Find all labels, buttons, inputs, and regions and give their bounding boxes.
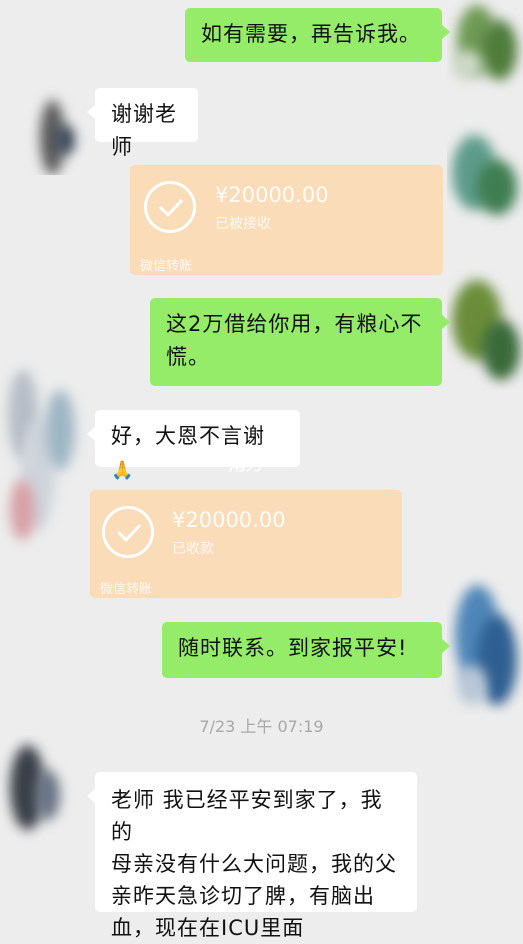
avatar-student[interactable] (0, 85, 90, 175)
avatar-teacher[interactable] (447, 575, 523, 715)
message-text: 如有需要，再告诉我。 (201, 22, 421, 46)
message-text: 血，现在在ICU里面 (111, 916, 305, 940)
transfer-amount: ¥20000.00 (172, 508, 286, 532)
avatar-teacher[interactable] (447, 270, 523, 390)
watermark: 南方 (228, 454, 264, 475)
message-text: 随时联系。到家报平安! (178, 636, 408, 660)
avatar-teacher[interactable] (447, 120, 523, 230)
message-bubble-incoming[interactable]: 老师 我已经平安到家了，我的 母亲没有什么大问题，我的父 亲昨天急诊切了脾，有脑… (87, 772, 417, 940)
message-text: 谢谢老师 (111, 102, 177, 159)
pray-emoji-icon: 🙏 (111, 460, 135, 481)
message-text: 好，大恩不言谢 (111, 424, 265, 448)
message-text: 这2万借给你用，有粮心不 (166, 312, 423, 336)
transfer-status: 已收款 (172, 541, 214, 557)
message-text: 母亲没有什么大问题，我的父 (111, 852, 397, 876)
message-bubble-outgoing[interactable]: 这2万借给你用，有粮心不 慌。 (150, 298, 450, 386)
avatar-teacher[interactable] (447, 0, 523, 95)
message-bubble-incoming[interactable]: 谢谢老师 (87, 88, 198, 159)
transfer-footer: 微信转账 (140, 259, 193, 274)
transfer-amount: ¥20000.00 (215, 183, 329, 207)
transfer-card[interactable]: ¥20000.00 已被接收 微信转账 (130, 165, 443, 275)
transfer-status: 已被接收 (215, 216, 271, 232)
check-circle-icon (144, 181, 196, 233)
message-text: 老师 我已经平安到家了，我的 (111, 788, 383, 844)
message-bubble-incoming[interactable]: 好，大恩不言谢 🙏 (87, 410, 300, 481)
message-text: 亲昨天急诊切了脾，有脑出 (111, 884, 375, 908)
check-circle-icon (102, 506, 154, 558)
avatar-student[interactable] (0, 360, 90, 570)
avatar-student[interactable] (0, 735, 90, 845)
chat-timestamp: 7/23 上午 07:19 (199, 717, 324, 736)
transfer-card[interactable]: ¥20000.00 已收款 微信转账 (90, 490, 402, 598)
message-bubble-outgoing[interactable]: 如有需要，再告诉我。 (185, 8, 450, 62)
message-bubble-outgoing[interactable]: 随时联系。到家报平安! (162, 622, 450, 678)
message-text: 慌。 (166, 345, 210, 369)
transfer-footer: 微信转账 (100, 582, 153, 597)
